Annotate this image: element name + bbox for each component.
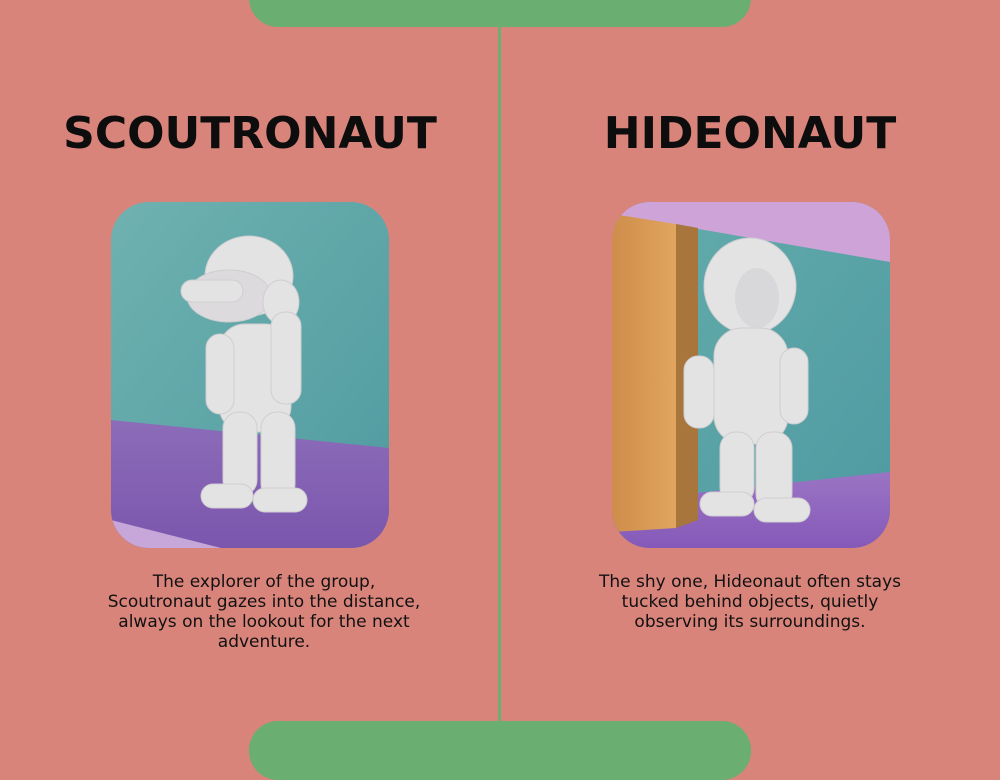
scoutronaut-title: SCOUTRONAUT — [63, 108, 437, 159]
hideonaut-description: The shy one, Hideonaut often stays tucke… — [599, 572, 901, 632]
scoutronaut-illustration — [111, 202, 389, 548]
page-background: SCOUTRONAUT The explorer of the group, S… — [0, 0, 1000, 780]
scoutronaut-description: The explorer of the group, Scoutronaut g… — [107, 572, 421, 652]
hideonaut-illustration — [612, 202, 890, 548]
top-green-tab — [249, 0, 751, 27]
hideonaut-title: HIDEONAUT — [603, 108, 897, 159]
hideonaut-image — [612, 202, 890, 548]
bottom-green-tab — [249, 721, 751, 780]
scoutronaut-image — [111, 202, 389, 548]
